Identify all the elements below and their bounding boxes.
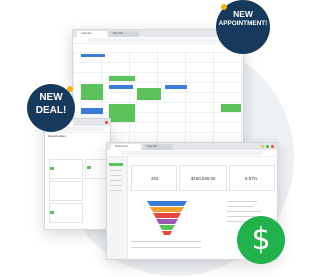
deal-status-marker — [50, 167, 54, 170]
title-bar: Dashboard New Tab — [107, 143, 277, 150]
funnel-stage — [150, 207, 184, 212]
deal-card[interactable] — [49, 159, 83, 179]
deal-card[interactable] — [49, 203, 83, 223]
calendar-event[interactable] — [109, 76, 135, 81]
calendar-event[interactable] — [221, 104, 241, 112]
new-appointment-badge: NEW APPOINTMENT! — [216, 0, 270, 54]
url-field[interactable] — [87, 38, 229, 42]
sidebar-item[interactable] — [110, 190, 122, 191]
minimize-icon[interactable] — [261, 145, 264, 148]
funnel-stage — [156, 219, 178, 224]
funnel-stage — [147, 201, 187, 206]
url-field[interactable] — [121, 151, 263, 155]
pipeline-window: Deals Opportunities — [44, 118, 111, 230]
dashboard-sidebar — [107, 157, 128, 259]
close-icon[interactable] — [271, 145, 274, 148]
table-row — [131, 247, 201, 248]
deal-card[interactable] — [49, 181, 83, 201]
badge-line: NEW — [233, 9, 253, 19]
deal-status-marker — [87, 166, 91, 169]
funnel-stage — [162, 231, 172, 235]
dollar-icon: $ — [237, 216, 285, 264]
sidebar-item-active[interactable] — [109, 163, 123, 166]
funnel-stage — [159, 225, 175, 230]
address-bar — [107, 150, 277, 157]
calendar-event[interactable] — [165, 85, 187, 89]
calendar-event[interactable] — [81, 54, 105, 57]
table-row — [131, 241, 201, 242]
maximize-icon[interactable] — [266, 145, 269, 148]
stat-value: 6.57% — [245, 176, 258, 181]
funnel-chart — [147, 201, 187, 235]
calendar-event[interactable] — [81, 84, 103, 100]
badge-line: DEAL! — [35, 105, 67, 116]
deal-status-marker — [50, 211, 54, 214]
calendar-event[interactable] — [137, 88, 161, 100]
sidebar-item[interactable] — [110, 185, 122, 186]
stat-value: 204 — [151, 176, 159, 181]
sidebar-item[interactable] — [110, 180, 122, 181]
sidebar-item[interactable] — [110, 170, 122, 171]
stat-value: $160,530.00 — [191, 176, 216, 181]
calendar-event[interactable] — [109, 85, 133, 89]
new-deal-badge: NEW DEAL! — [27, 84, 75, 132]
sidebar-item[interactable] — [110, 175, 122, 176]
calendar-event[interactable] — [81, 108, 103, 114]
calendar-event[interactable] — [109, 104, 135, 122]
pipeline-title: Opportunities — [48, 134, 66, 138]
funnel-stage — [153, 213, 181, 218]
badge-line: APPOINTMENT! — [218, 20, 268, 27]
badge-line: NEW — [39, 92, 63, 103]
close-icon[interactable] — [105, 121, 108, 124]
